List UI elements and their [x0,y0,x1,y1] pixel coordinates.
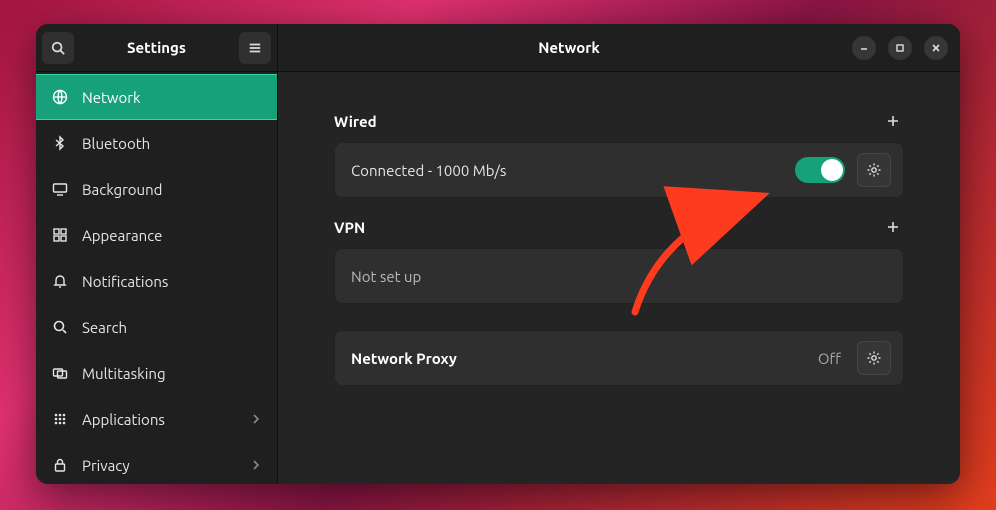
display-icon [52,181,68,197]
sidebar-item-multitasking[interactable]: Multitasking [36,350,277,396]
sidebar-item-appearance[interactable]: Appearance [36,212,277,258]
content-area: Wired Connected - 1000 Mb/s [278,72,960,484]
vpn-status-row: Not set up [334,248,904,304]
sidebar-item-label: Appearance [82,227,162,244]
appearance-icon [52,227,68,243]
sidebar-item-label: Privacy [82,457,130,474]
plus-icon [886,114,900,128]
proxy-title: Network Proxy [351,350,806,367]
vpn-status-label: Not set up [351,268,891,285]
multitasking-icon [52,365,68,381]
sidebar-item-label: Search [82,319,127,336]
sidebar-title: Settings [80,39,233,56]
settings-window: Settings Network Bluetooth [36,24,960,484]
minimize-button[interactable] [852,36,876,60]
hamburger-menu-button[interactable] [239,32,271,64]
sidebar-item-background[interactable]: Background [36,166,277,212]
sidebar-item-bluetooth[interactable]: Bluetooth [36,120,277,166]
hamburger-icon [248,41,262,55]
vpn-section-header: VPN [334,216,904,238]
gear-icon [866,162,882,178]
wired-connection-row: Connected - 1000 Mb/s [334,142,904,198]
sidebar-item-label: Multitasking [82,365,166,382]
chevron-right-icon [251,414,261,424]
lock-icon [52,457,68,473]
wired-status-label: Connected - 1000 Mb/s [351,162,783,179]
vpn-section-title: VPN [334,219,365,236]
grid-icon [52,411,68,427]
sidebar-item-notifications[interactable]: Notifications [36,258,277,304]
sidebar: Settings Network Bluetooth [36,24,278,484]
sidebar-item-label: Notifications [82,273,168,290]
proxy-row[interactable]: Network Proxy Off [334,330,904,386]
add-wired-button[interactable] [882,110,904,132]
chevron-right-icon [251,460,261,470]
add-vpn-button[interactable] [882,216,904,238]
search-button[interactable] [42,32,74,64]
search-icon [51,41,65,55]
sidebar-item-label: Applications [82,411,165,428]
bell-icon [52,273,68,289]
maximize-button[interactable] [888,36,912,60]
sidebar-item-privacy[interactable]: Privacy [36,442,277,484]
sidebar-header: Settings [36,24,277,72]
main-header: Network [278,24,960,72]
close-button[interactable] [924,36,948,60]
toggle-knob [821,159,843,181]
sidebar-item-label: Bluetooth [82,135,150,152]
wired-section-header: Wired [334,110,904,132]
main-panel: Network Wired [278,24,960,484]
page-title: Network [286,39,852,56]
sidebar-nav: Network Bluetooth Background Appearance [36,72,277,484]
wired-settings-button[interactable] [857,153,891,187]
globe-icon [52,89,68,105]
plus-icon [886,220,900,234]
sidebar-item-search[interactable]: Search [36,304,277,350]
gear-icon [866,350,882,366]
search-icon [52,319,68,335]
bluetooth-icon [52,135,68,151]
wired-toggle[interactable] [795,157,845,183]
proxy-value: Off [818,350,841,367]
sidebar-item-label: Network [82,89,141,106]
sidebar-item-applications[interactable]: Applications [36,396,277,442]
window-controls [852,36,952,60]
proxy-settings-button[interactable] [857,341,891,375]
sidebar-item-label: Background [82,181,162,198]
sidebar-item-network[interactable]: Network [36,74,277,120]
wired-section-title: Wired [334,113,377,130]
